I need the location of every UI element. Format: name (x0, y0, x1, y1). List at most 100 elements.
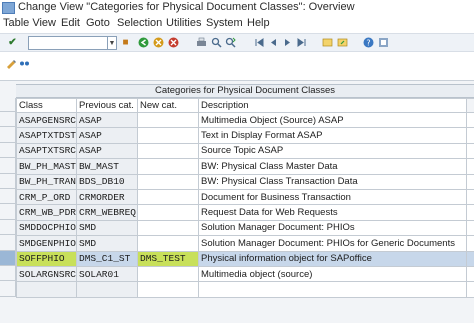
first-page-icon[interactable] (254, 37, 265, 48)
column-header-class[interactable]: Class (16, 98, 77, 113)
exit-icon[interactable] (153, 37, 164, 48)
description-cell: Solution Manager Document: PHIOs for Gen… (198, 235, 467, 252)
application-toolbar (0, 55, 474, 72)
menu-selection[interactable]: Selection (117, 17, 162, 29)
categories-table: Class Previous cat. New cat. Description… (16, 98, 474, 298)
next-page-icon[interactable] (282, 37, 293, 48)
description-cell: Request Data for Web Requests (198, 204, 467, 221)
new-cat-input[interactable] (137, 204, 199, 221)
row-selector[interactable] (0, 112, 16, 128)
table-row[interactable] (16, 281, 474, 298)
menu-goto[interactable]: Goto (86, 17, 110, 29)
new-cat-input[interactable] (137, 173, 199, 190)
find-icon[interactable] (211, 37, 222, 48)
table-row[interactable]: ASAPGENSRC ASAP Multimedia Object (Source)… (16, 111, 474, 129)
new-cat-input[interactable] (137, 281, 199, 298)
previous-cat-cell: ASAP (76, 111, 138, 129)
customize-layout-icon[interactable] (378, 37, 389, 48)
row-selector[interactable] (0, 142, 16, 159)
row-selector[interactable] (0, 158, 16, 174)
table-row[interactable]: SMDGENPHIO SMD Solution Manager Document: … (16, 235, 474, 252)
menu-table-view[interactable]: Table View (3, 17, 56, 29)
row-selector-column (0, 98, 16, 297)
previous-cat-cell: SMD (76, 219, 138, 237)
row-selector[interactable] (0, 173, 16, 189)
window-title: Change View "Categories for Physical Doc… (18, 1, 355, 13)
table-row[interactable]: ASAPTXTSRC ASAP Source Topic ASAP (16, 142, 474, 160)
title-bar: Change View "Categories for Physical Doc… (0, 0, 474, 17)
other-view-icon[interactable] (19, 58, 30, 69)
table-row-selected[interactable]: SOFFPHIO DMS_C1_ST DMS_TEST Physical inform… (16, 250, 474, 267)
row-selector-selected[interactable] (0, 250, 16, 266)
class-cell: BW_PH_TRAN (16, 173, 77, 190)
row-end-cell (466, 188, 474, 206)
command-field-dropdown-icon[interactable]: ▼ (108, 36, 117, 50)
menu-help[interactable]: Help (247, 17, 270, 29)
previous-cat-cell: BDS_DB10 (76, 173, 138, 190)
class-cell: BW_PH_MAST (16, 158, 77, 175)
row-end-cell (466, 127, 474, 144)
new-cat-input[interactable] (137, 235, 199, 252)
menu-system[interactable]: System (206, 17, 243, 29)
class-cell: SMDGENPHIO (16, 235, 77, 252)
column-header-new-cat[interactable]: New cat. (137, 98, 199, 113)
select-all-button[interactable] (0, 98, 16, 112)
command-field[interactable] (28, 36, 108, 50)
table-row[interactable]: SMDDOCPHIO SMD Solution Manager Document: … (16, 219, 474, 237)
new-cat-input[interactable] (137, 265, 199, 283)
previous-cat-cell: SMD (76, 235, 138, 252)
find-next-icon[interactable] (225, 37, 236, 48)
description-cell: Document for Business Transaction (198, 188, 467, 206)
new-cat-input[interactable] (137, 219, 199, 237)
table-row[interactable]: SOLARGNSRC SOLAR01 Multimedia object (sour… (16, 265, 474, 283)
class-cell: SOLARGNSRC (16, 265, 77, 283)
class-cell: ASAPTXTDST (16, 127, 77, 144)
class-cell: ASAPGENSRC (16, 111, 77, 129)
row-selector[interactable] (0, 188, 16, 205)
row-selector[interactable] (0, 204, 16, 220)
column-settings-icon[interactable] (466, 98, 474, 113)
display-change-icon[interactable] (6, 58, 17, 69)
menu-utilities[interactable]: Utilities (166, 17, 201, 29)
last-page-icon[interactable] (296, 37, 307, 48)
save-icon[interactable]: ■ (120, 37, 131, 48)
column-header-previous-cat[interactable]: Previous cat. (76, 98, 138, 113)
back-icon[interactable] (138, 37, 149, 48)
column-header-description[interactable]: Description (198, 98, 467, 113)
row-selector[interactable] (0, 281, 16, 297)
help-icon[interactable]: ? (363, 37, 374, 48)
previous-page-icon[interactable] (268, 37, 279, 48)
table-title: Categories for Physical Document Classes (16, 84, 474, 98)
row-end-cell (466, 250, 474, 267)
table-row[interactable]: BW_PH_MAST BW_MAST BW: Physical Class Mast… (16, 158, 474, 175)
enter-icon[interactable]: ✔ (7, 37, 18, 48)
row-selector[interactable] (0, 219, 16, 236)
row-end-cell (466, 111, 474, 129)
description-cell: Text in Display Format ASAP (198, 127, 467, 144)
class-cell: SMDDOCPHIO (16, 219, 77, 237)
table-row[interactable]: BW_PH_TRAN BDS_DB10 BW: Physical Class Tra… (16, 173, 474, 190)
row-end-cell (466, 204, 474, 221)
class-cell: CRM_WB_PDR (16, 204, 77, 221)
new-cat-input[interactable] (137, 142, 199, 160)
menu-bar: Table View Edit Goto Selection Utilities… (0, 17, 474, 32)
sap-app-icon (2, 2, 15, 14)
previous-cat-cell: ASAP (76, 127, 138, 144)
new-cat-input[interactable]: DMS_TEST (137, 250, 199, 267)
cancel-icon[interactable] (168, 37, 179, 48)
new-session-icon[interactable] (322, 37, 333, 48)
table-row[interactable]: CRM_WB_PDR CRM_WEBREQ Request Data for Web… (16, 204, 474, 221)
new-cat-input[interactable] (137, 111, 199, 129)
new-cat-input[interactable] (137, 188, 199, 206)
print-icon[interactable] (196, 37, 207, 48)
new-cat-input[interactable] (137, 127, 199, 144)
new-cat-input[interactable] (137, 158, 199, 175)
menu-edit[interactable]: Edit (61, 17, 80, 29)
table-row[interactable]: CRM_P_ORD CRMORDER Document for Business T… (16, 188, 474, 206)
table-row[interactable]: ASAPTXTDST ASAP Text in Display Format ASA… (16, 127, 474, 144)
row-selector[interactable] (0, 235, 16, 251)
row-selector[interactable] (0, 127, 16, 143)
shortcut-icon[interactable] (337, 37, 348, 48)
row-selector[interactable] (0, 265, 16, 282)
class-cell: SOFFPHIO (16, 250, 77, 267)
